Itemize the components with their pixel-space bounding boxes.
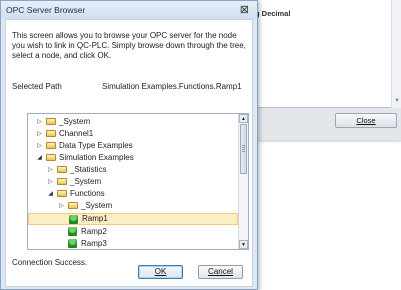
cancel-button-label: Cancel xyxy=(208,267,233,276)
tree-item[interactable]: ▷ _System xyxy=(28,200,238,212)
folder-icon xyxy=(68,200,78,213)
collapsed-arrow-icon[interactable]: ▷ xyxy=(36,140,43,152)
tree-item-label: Simulation Examples xyxy=(59,153,134,162)
collapsed-arrow-icon[interactable]: ▷ xyxy=(36,116,43,128)
tree-item-label: Data Type Examples xyxy=(59,141,133,150)
tag-icon xyxy=(68,238,77,249)
dialog-body: This screen allows you to browse your OP… xyxy=(5,19,253,287)
background-list: g Decimal xyxy=(252,0,392,108)
opc-tree-view[interactable]: ▷ _System ▷ Channel1 ▷ Data Type Examples ◢ Sim… xyxy=(27,113,249,250)
tree-item[interactable]: Ramp1 xyxy=(28,213,238,225)
tree-rows: ▷ _System ▷ Channel1 ▷ Data Type Examples ◢ Sim… xyxy=(28,116,238,249)
background-list-text: g Decimal xyxy=(255,9,291,18)
background-scrollbar[interactable]: ▼ xyxy=(391,0,401,108)
scroll-down-icon[interactable]: ▼ xyxy=(239,240,248,249)
connection-status: Connection Success. xyxy=(12,258,88,267)
tree-item-label: Ramp1 xyxy=(82,214,108,223)
tree-item-label: _System xyxy=(81,201,113,210)
background-window: g Decimal ▼ Close xyxy=(250,0,401,140)
tree-item-label: _System xyxy=(70,177,102,186)
close-button[interactable]: Close xyxy=(335,113,397,128)
cancel-button[interactable]: Cancel xyxy=(198,265,243,279)
dialog-title: OPC Server Browser xyxy=(6,5,86,15)
title-bar[interactable]: OPC Server Browser ⊠ xyxy=(1,1,257,19)
tree-item[interactable]: ▷ Channel1 xyxy=(28,128,238,140)
tree-item-label: Functions xyxy=(70,189,105,198)
selected-path-label: Selected Path xyxy=(12,82,62,91)
opc-server-browser-dialog: OPC Server Browser ⊠ This screen allows … xyxy=(0,0,258,290)
tree-item[interactable]: ▷ _System xyxy=(28,116,238,128)
collapsed-arrow-icon[interactable]: ▷ xyxy=(47,164,54,176)
collapsed-arrow-icon[interactable]: ▷ xyxy=(36,128,43,140)
tree-item[interactable]: Ramp3 xyxy=(28,238,238,249)
tree-item[interactable]: ▷ Data Type Examples xyxy=(28,140,238,152)
close-button-label: Close xyxy=(356,116,376,125)
expanded-arrow-icon[interactable]: ◢ xyxy=(36,152,43,164)
tree-item[interactable]: Ramp2 xyxy=(28,226,238,238)
tree-item-label: _Statistics xyxy=(70,165,107,174)
tree-item-label: Ramp3 xyxy=(81,239,107,248)
scroll-down-icon[interactable]: ▼ xyxy=(394,98,400,104)
tree-item[interactable]: ◢ Simulation Examples xyxy=(28,152,238,164)
collapsed-arrow-icon[interactable]: ▷ xyxy=(47,176,54,188)
tree-item[interactable]: ◢ Functions xyxy=(28,188,238,200)
collapsed-arrow-icon[interactable]: ▷ xyxy=(58,200,65,212)
tree-item[interactable]: ▷ _System xyxy=(28,176,238,188)
scroll-up-icon[interactable]: ▲ xyxy=(239,114,248,123)
tree-scrollbar[interactable]: ▲ ▼ xyxy=(238,114,248,249)
expanded-arrow-icon[interactable]: ◢ xyxy=(47,188,54,200)
tree-item-label: _System xyxy=(59,117,91,126)
ok-button-label: OK xyxy=(154,267,167,276)
tree-item[interactable]: ▷ _Statistics xyxy=(28,164,238,176)
tree-item-label: Ramp2 xyxy=(81,227,107,236)
scroll-thumb[interactable] xyxy=(240,124,247,174)
tree-item-label: Channel1 xyxy=(59,129,94,138)
ok-button[interactable]: OK xyxy=(138,265,183,279)
close-icon[interactable]: ⊠ xyxy=(240,3,249,16)
selected-path-value: Simulation Examples.Functions.Ramp1 xyxy=(102,82,242,91)
description-text: This screen allows you to browse your OP… xyxy=(12,31,246,60)
grip-icon xyxy=(242,145,245,153)
